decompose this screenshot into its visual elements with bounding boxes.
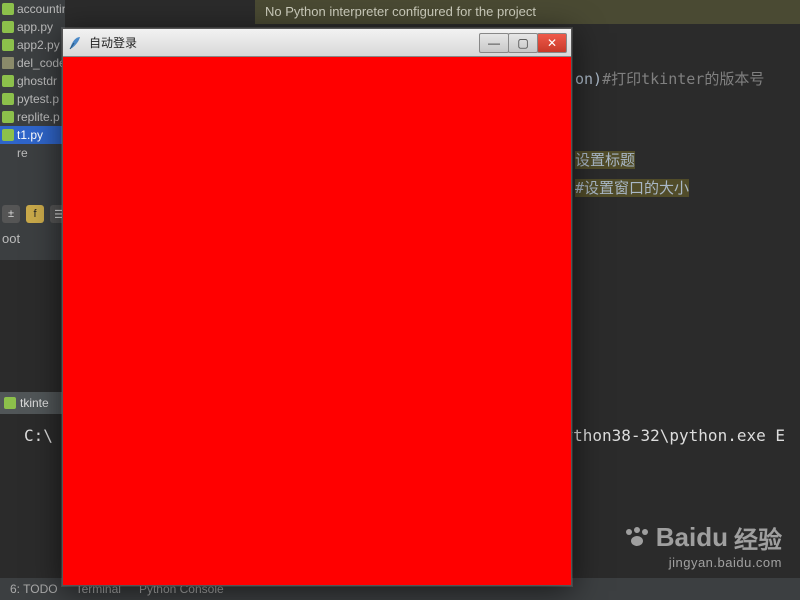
python-file-icon — [2, 111, 14, 123]
gutter-button-f[interactable]: f — [26, 205, 44, 223]
file-item[interactable]: ghostdr — [0, 72, 65, 90]
maximize-button[interactable]: ▢ — [508, 33, 538, 53]
file-label: del_code — [17, 56, 65, 70]
code-comment-highlight: 设置标题 — [575, 151, 635, 169]
file-label: re — [17, 146, 28, 160]
editor-code-fragment: on)#打印tkinter的版本号 设置标题 #设置窗口的大小 — [575, 65, 800, 203]
file-item[interactable]: pytest.p — [0, 90, 65, 108]
python-file-icon — [2, 75, 14, 87]
run-tab-bar[interactable]: tkinte — [0, 392, 70, 414]
python-file-icon — [2, 129, 14, 141]
file-item[interactable]: replite.p — [0, 108, 65, 126]
python-file-icon — [2, 21, 14, 33]
python-file-icon — [2, 39, 14, 51]
folder-icon — [2, 57, 14, 69]
window-titlebar[interactable]: 自动登录 — ▢ ✕ — [63, 29, 571, 57]
minimize-button[interactable]: — — [479, 33, 509, 53]
interpreter-warning-bar[interactable]: No Python interpreter configured for the… — [255, 0, 800, 24]
code-text: on) — [575, 70, 602, 88]
file-item[interactable]: app.py — [0, 18, 65, 36]
run-tab-label: tkinte — [20, 396, 49, 410]
file-fragment: re — [0, 144, 65, 162]
file-label: app.py — [17, 20, 53, 34]
left-gutter: ± f ☰ oot — [0, 205, 65, 248]
file-item[interactable]: del_code — [0, 54, 65, 72]
code-comment-highlight: #设置窗口的大小 — [575, 179, 689, 197]
file-item-selected[interactable]: t1.py — [0, 126, 65, 144]
close-button[interactable]: ✕ — [537, 33, 567, 53]
tk-feather-icon — [67, 35, 83, 51]
file-label: app2.py — [17, 38, 60, 52]
python-file-icon — [4, 397, 16, 409]
window-buttons: — ▢ ✕ — [480, 33, 567, 53]
status-todo[interactable]: 6: TODO — [10, 582, 58, 596]
tkinter-window[interactable]: 自动登录 — ▢ ✕ — [62, 28, 572, 586]
gutter-button[interactable]: ± — [2, 205, 20, 223]
file-label: pytest.p — [17, 92, 59, 106]
file-label: accounting2.py — [17, 2, 65, 16]
code-comment: #打印tkinter的版本号 — [602, 70, 764, 88]
file-label: replite.p — [17, 110, 60, 124]
file-label: ghostdr — [17, 74, 57, 88]
file-label: oot — [2, 231, 20, 246]
file-item[interactable]: app2.py — [0, 36, 65, 54]
window-client-area — [63, 57, 571, 585]
file-item[interactable]: accounting2.py — [0, 0, 65, 18]
window-title: 自动登录 — [89, 34, 480, 51]
file-label: t1.py — [17, 128, 43, 142]
file-fragment: oot — [2, 229, 22, 248]
python-file-icon — [2, 93, 14, 105]
python-file-icon — [2, 3, 14, 15]
run-tab[interactable]: tkinte — [4, 396, 49, 410]
interpreter-warning-text: No Python interpreter configured for the… — [265, 4, 536, 19]
